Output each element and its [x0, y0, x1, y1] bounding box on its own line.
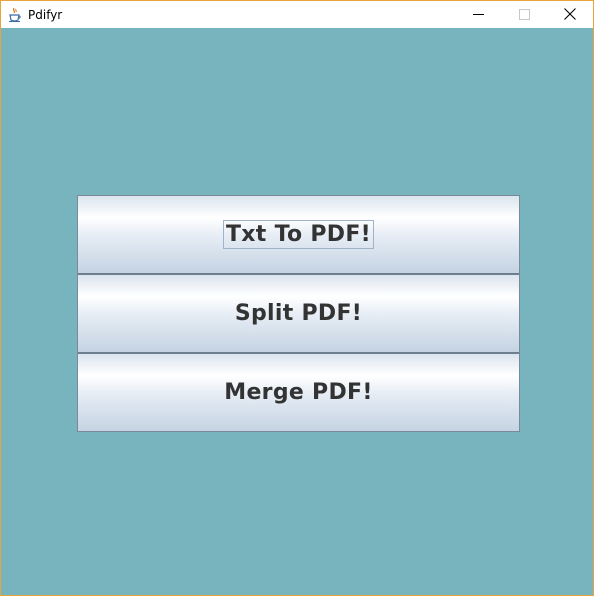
split-pdf-label: Split PDF!	[234, 301, 363, 326]
txt-to-pdf-button[interactable]: Txt To PDF!	[78, 196, 519, 273]
window-title: Pdifyr	[28, 7, 63, 22]
minimize-button[interactable]	[455, 1, 501, 28]
merge-pdf-button[interactable]: Merge PDF!	[78, 354, 519, 431]
merge-pdf-label: Merge PDF!	[224, 380, 373, 405]
maximize-icon	[518, 5, 530, 24]
maximize-button[interactable]	[501, 1, 547, 28]
app-window: Pdifyr Txt To PDF! Split PDF! Merge PDF!	[0, 0, 594, 596]
title-bar[interactable]: Pdifyr	[1, 1, 593, 28]
close-icon	[564, 5, 576, 24]
txt-to-pdf-label: Txt To PDF!	[223, 220, 374, 249]
minimize-icon	[472, 5, 484, 24]
close-button[interactable]	[547, 1, 593, 28]
action-button-panel: Txt To PDF! Split PDF! Merge PDF!	[77, 195, 520, 432]
split-pdf-button[interactable]: Split PDF!	[78, 275, 519, 352]
window-controls	[455, 1, 593, 28]
java-cup-icon[interactable]	[7, 7, 23, 23]
